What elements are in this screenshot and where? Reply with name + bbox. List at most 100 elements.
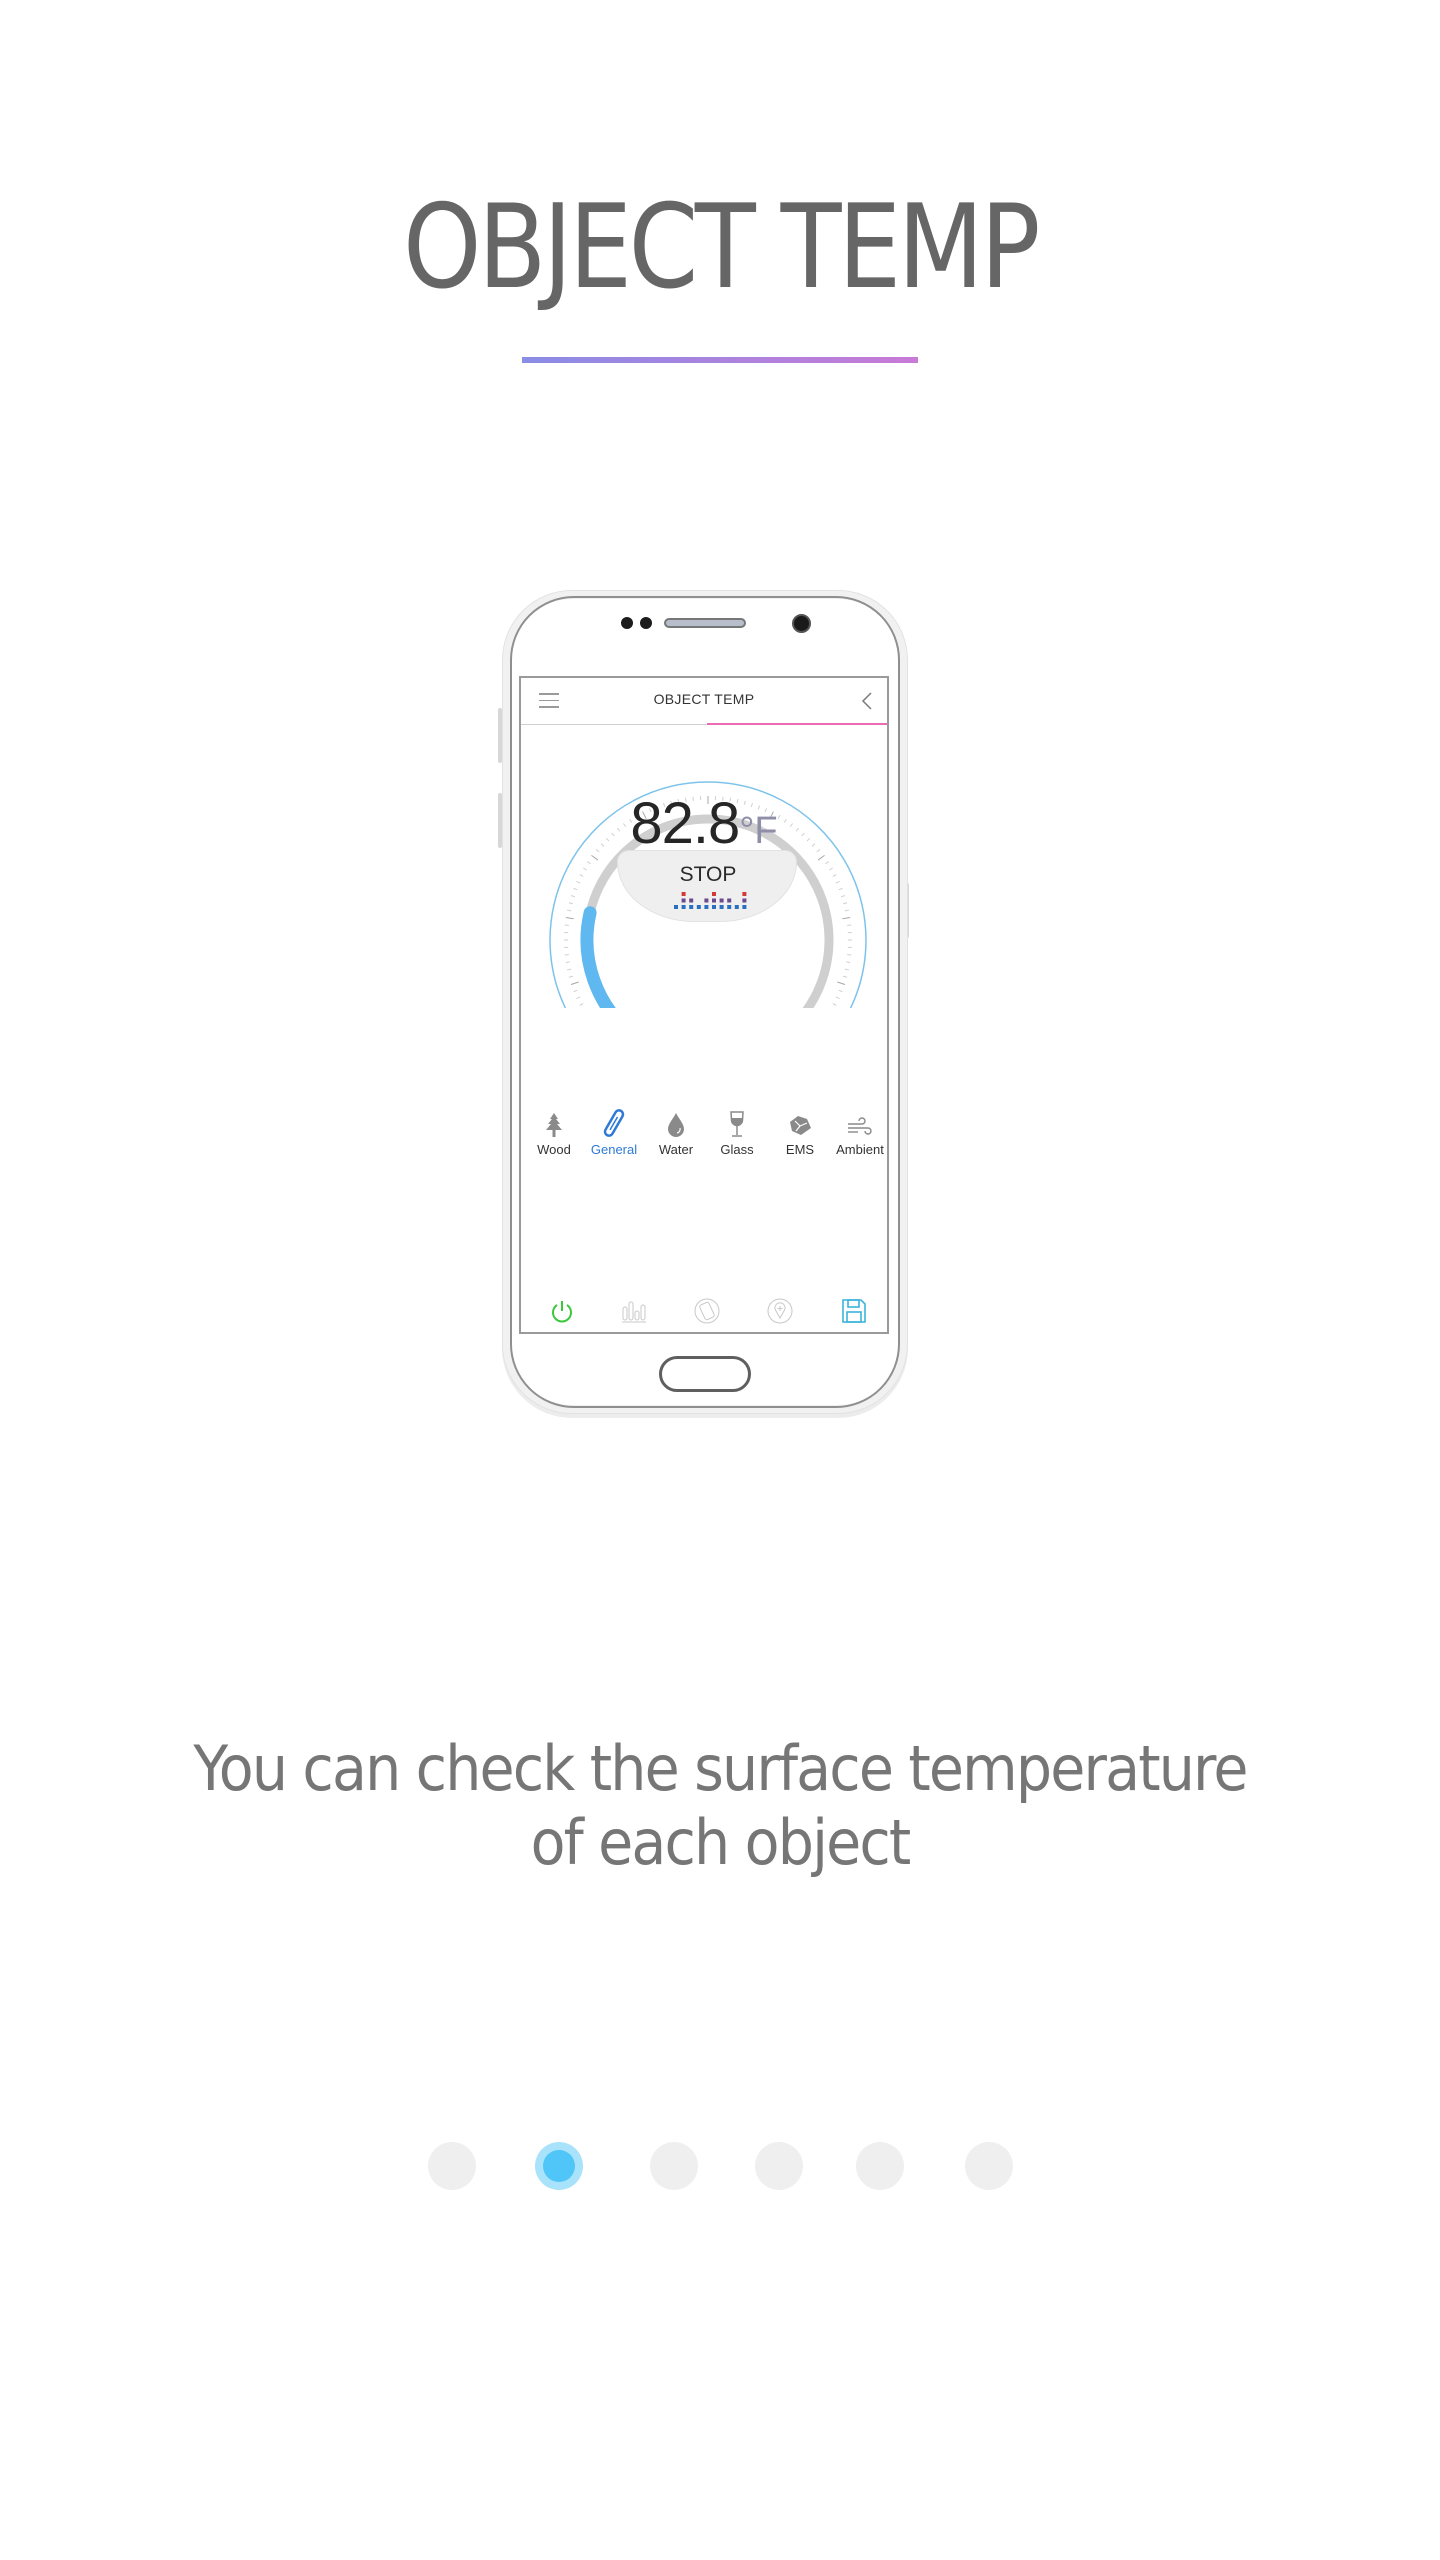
gauge-tick <box>565 961 570 964</box>
gauge-tick <box>825 861 830 865</box>
category-label: Glass <box>720 1142 754 1157</box>
signal-bar-cell <box>727 905 732 909</box>
title-underline <box>522 357 918 363</box>
gauge-tick <box>576 880 581 884</box>
signal-bar-cell <box>704 898 709 903</box>
signal-bar-cell <box>734 905 739 909</box>
signal-bar-cell <box>696 905 701 909</box>
app-screen: OBJECT TEMP 15 400 82.8°F ST <box>519 676 889 1334</box>
bar-chart-icon[interactable] <box>619 1296 649 1326</box>
signal-bar-cell <box>681 898 686 903</box>
pagination-dot[interactable] <box>755 2142 803 2190</box>
gauge-fill-arc <box>580 906 616 1008</box>
gauge-tick <box>570 895 576 898</box>
gauge-tick <box>567 968 572 971</box>
pagination-dot[interactable] <box>535 2142 583 2190</box>
signal-bars <box>674 892 747 909</box>
signal-bar-cell <box>712 898 716 903</box>
signal-bar-cell <box>681 905 686 909</box>
gauge-tick <box>837 981 846 985</box>
location-pin-icon[interactable] <box>765 1296 795 1326</box>
thermometer-icon <box>584 1108 644 1138</box>
home-button <box>659 1356 751 1392</box>
gauge-tick <box>835 996 840 1000</box>
signal-bar-cell <box>742 898 747 903</box>
signal-bar-cell <box>719 898 724 903</box>
signal-bar-cell <box>712 905 716 909</box>
gauge-tick <box>828 867 833 871</box>
page-title: OBJECT TEMP <box>402 180 1041 315</box>
category-ambient[interactable]: Ambient <box>830 1108 887 1157</box>
pagination-dot[interactable] <box>650 2142 698 2190</box>
gauge-tick <box>579 874 584 877</box>
gauge-tick <box>568 975 573 978</box>
gauge-tick <box>838 989 843 993</box>
gauge-tick <box>573 989 578 993</box>
description-line-1: You can check the surface temperature <box>193 1732 1248 1805</box>
signal-bar-cell <box>719 905 724 909</box>
header-accent-line <box>707 723 887 725</box>
pagination-dot[interactable] <box>965 2142 1013 2190</box>
category-label: Ambient <box>836 1142 884 1157</box>
category-water[interactable]: Water <box>646 1108 706 1157</box>
gauge-tick <box>586 861 591 865</box>
temperature-readout: 82.8°F <box>521 790 887 857</box>
gauge-tick <box>832 1003 837 1006</box>
gauge-tick <box>565 916 574 920</box>
wind-icon <box>830 1108 887 1138</box>
pagination-dot[interactable] <box>428 2142 476 2190</box>
phone-mockup: OBJECT TEMP 15 400 82.8°F ST <box>498 590 909 1416</box>
signal-bar-cell <box>727 898 732 903</box>
gauge-tick <box>576 996 581 1000</box>
earpiece-speaker <box>664 618 746 628</box>
gauge-tick <box>579 1003 584 1006</box>
water-drop-icon <box>646 1108 706 1138</box>
wine-glass-icon <box>707 1108 767 1138</box>
gauge-tick <box>568 902 573 905</box>
gauge-tick <box>573 887 578 891</box>
category-label: Water <box>658 1142 694 1157</box>
app-header-title: OBJECT TEMP <box>653 691 755 707</box>
category-label: EMS <box>785 1142 815 1157</box>
category-glass[interactable]: Glass <box>707 1108 767 1157</box>
signal-bar-cell <box>742 892 747 896</box>
signal-bar-cell <box>704 905 709 909</box>
gauge-tick <box>843 975 848 978</box>
tree-icon <box>524 1108 584 1138</box>
gauge-tick <box>842 916 851 920</box>
signal-bar-cell <box>689 898 694 903</box>
category-general[interactable]: General <box>584 1108 644 1157</box>
front-camera <box>792 614 811 633</box>
signal-bar-cell <box>712 892 716 896</box>
description-line-2: of each object <box>530 1806 912 1879</box>
power-icon[interactable] <box>547 1296 577 1326</box>
gauge-tick <box>838 887 843 891</box>
temperature-value: 82.8 <box>630 791 740 856</box>
gauge-tick <box>583 867 588 871</box>
temperature-unit: °F <box>739 810 778 852</box>
gauge-tick <box>567 909 572 912</box>
gauge-tick <box>846 961 851 964</box>
gauge-tick <box>835 880 840 884</box>
sensor-dot <box>640 617 652 629</box>
category-ems[interactable]: EMS <box>770 1108 830 1157</box>
chevron-left-icon[interactable] <box>861 691 873 715</box>
category-label: Wood <box>537 1142 571 1157</box>
category-label: General <box>590 1142 638 1157</box>
pagination-dot[interactable] <box>856 2142 904 2190</box>
gauge-tick <box>843 902 848 905</box>
app-header: OBJECT TEMP <box>521 678 887 724</box>
save-icon[interactable] <box>839 1296 869 1326</box>
signal-bar-cell <box>674 905 678 909</box>
signal-bar-cell <box>742 905 747 909</box>
signal-bar-cell <box>689 905 694 909</box>
signal-bar-cell <box>681 892 686 896</box>
ems-icon <box>770 1108 830 1138</box>
gauge-tick <box>844 909 849 912</box>
sensor-dot <box>621 617 633 629</box>
gauge-tick <box>832 874 837 877</box>
page-description: You can check the surface temperature of… <box>58 1732 1383 1880</box>
gauge-tick <box>570 981 579 985</box>
category-wood[interactable]: Wood <box>524 1108 584 1157</box>
rotate-device-icon[interactable] <box>692 1296 722 1326</box>
